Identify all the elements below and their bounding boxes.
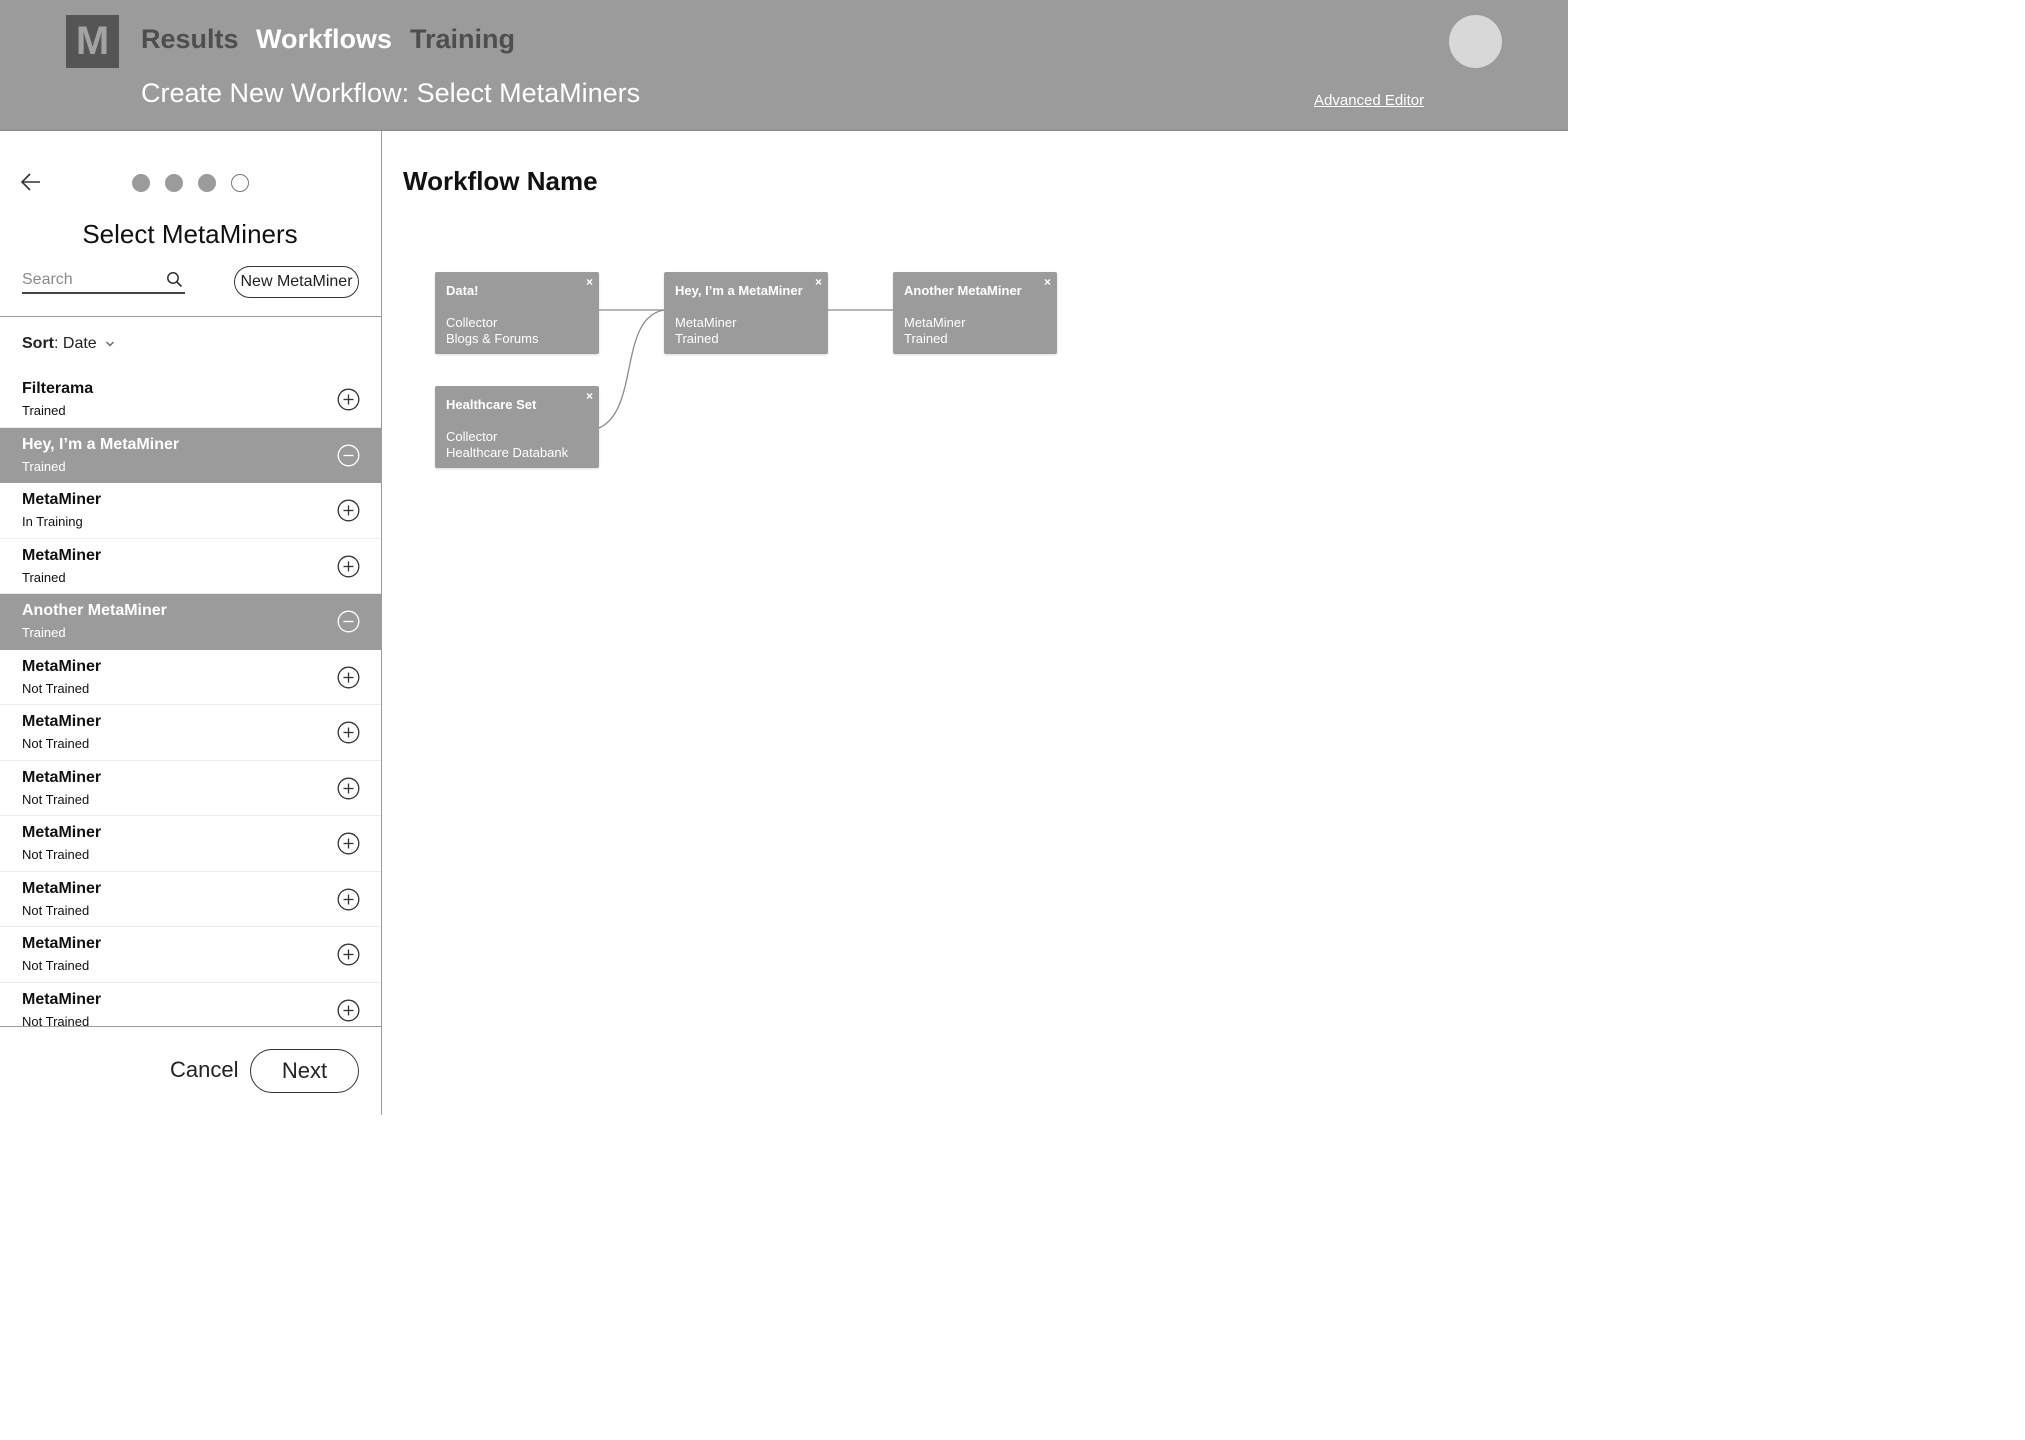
divider [0,316,381,317]
step-indicator [132,174,249,192]
sidebar: Select MetaMiners New MetaMiner Sort: Da… [0,131,382,1115]
item-name: MetaMiner [22,491,102,508]
item-status: Trained [22,458,66,474]
list-item[interactable]: MetaMiner Not Trained [0,871,381,927]
cancel-button[interactable]: Cancel [170,1057,238,1083]
remove-circle-icon[interactable] [337,444,360,467]
item-name: MetaMiner [22,879,102,897]
item-status: Not Trained [22,1013,90,1028]
item-name: Filterama [22,380,94,397]
item-status: In Training [22,514,83,529]
item-name: MetaMiner [22,657,102,675]
add-circle-icon[interactable] [337,499,360,522]
item-status: Trained [22,569,66,585]
item-status: Not Trained [22,902,90,918]
node-detail: Trained [904,331,948,346]
advanced-editor-link[interactable]: Advanced Editor [1314,92,1424,109]
list-item[interactable]: MetaMiner Not Trained [0,649,381,705]
remove-circle-icon[interactable] [337,610,360,633]
workflow-node-another-metaminer[interactable]: Another MetaMiner × MetaMiner Trained [893,272,1057,354]
page-title: Create New Workflow: Select MetaMiners [141,78,641,108]
list-item[interactable]: Filterama Trained [0,372,381,428]
nav-results[interactable]: Results [141,24,239,55]
list-item[interactable]: MetaMiner Not Trained [0,982,381,1028]
list-item[interactable]: MetaMiner Not Trained [0,705,381,761]
node-title: Data! [446,283,479,298]
add-circle-icon[interactable] [337,832,360,855]
node-detail: Trained [675,331,719,346]
item-status: Not Trained [22,680,90,696]
item-name: MetaMiner [22,768,102,786]
workflow-name[interactable]: Workflow Name [403,166,598,197]
close-icon[interactable]: × [1044,275,1051,289]
list-item[interactable]: MetaMiner Not Trained [0,760,381,816]
node-type: MetaMiner [904,315,966,330]
user-avatar[interactable] [1449,15,1502,68]
next-button[interactable]: Next [250,1049,359,1093]
step-dot-4 [231,174,249,192]
item-name: MetaMiner [22,990,102,1008]
item-status: Trained [22,403,66,418]
search-input[interactable] [22,267,162,292]
back-arrow-icon[interactable] [20,171,42,193]
sort-value: Date [62,335,97,352]
item-name: MetaMiner [22,824,102,841]
chevron-down-icon [106,341,115,347]
node-title: Hey, I’m a MetaMiner [675,283,803,298]
node-type: Collector [446,315,498,330]
add-circle-icon[interactable] [337,999,360,1022]
footer-divider [0,1026,381,1027]
item-name: MetaMiner [22,546,102,564]
list-item[interactable]: MetaMiner In Training [0,483,381,539]
node-detail: Healthcare Databank [446,445,569,460]
item-name: Another MetaMiner [22,602,167,619]
workflow-node-data[interactable]: Data! × Collector Blogs & Forums [435,272,599,354]
connector-healthcare-to-metaminer [598,309,665,429]
item-name: MetaMiner [22,713,102,730]
close-icon[interactable]: × [815,275,822,289]
add-circle-icon[interactable] [337,777,360,800]
item-status: Trained [22,625,66,640]
app-header: M Results Workflows Training Create New … [0,0,1568,131]
item-status: Not Trained [22,736,90,751]
list-item[interactable]: MetaMiner Not Trained [0,816,381,872]
node-type: MetaMiner [675,315,737,330]
step-dot-3 [198,174,216,192]
node-title: Another MetaMiner [904,283,1022,298]
list-item[interactable]: MetaMiner Trained [0,538,381,594]
sidebar-title: Select MetaMiners [82,219,298,249]
sort-dropdown[interactable]: Sort: Date [22,335,115,353]
add-circle-icon[interactable] [337,943,360,966]
item-status: Not Trained [22,847,90,862]
add-circle-icon[interactable] [337,666,360,689]
workflow-node-hey-metaminer[interactable]: Hey, I’m a MetaMiner × MetaMiner Trained [664,272,828,354]
sort-label: Sort [22,335,54,352]
item-name: MetaMiner [22,935,102,952]
search-box [22,267,185,294]
node-detail: Blogs & Forums [446,331,539,346]
add-circle-icon[interactable] [337,888,360,911]
close-icon[interactable]: × [586,275,593,289]
close-icon[interactable]: × [586,389,593,403]
app-logo[interactable]: M [66,15,119,68]
list-item[interactable]: Hey, I’m a MetaMiner Trained [0,427,381,483]
search-icon[interactable] [166,271,183,288]
node-title: Healthcare Set [446,397,537,412]
nav-training[interactable]: Training [410,24,515,55]
add-circle-icon[interactable] [337,721,360,744]
nav-workflows[interactable]: Workflows [256,24,392,55]
list-item[interactable]: MetaMiner Not Trained [0,927,381,983]
step-dot-2 [165,174,183,192]
item-status: Not Trained [22,958,90,973]
item-status: Not Trained [22,791,90,807]
new-metaminer-button[interactable]: New MetaMiner [234,266,359,298]
add-circle-icon[interactable] [337,388,360,411]
list-item[interactable]: Another MetaMiner Trained [0,594,381,650]
add-circle-icon[interactable] [337,555,360,578]
metaminer-list: Filterama Trained Hey, I’m a MetaMiner Trai… [0,372,381,1027]
workflow-node-healthcare-set[interactable]: Healthcare Set × Collector Healthcare Da… [435,386,599,468]
step-dot-1 [132,174,150,192]
item-name: Hey, I’m a MetaMiner [22,435,180,453]
node-type: Collector [446,429,498,444]
